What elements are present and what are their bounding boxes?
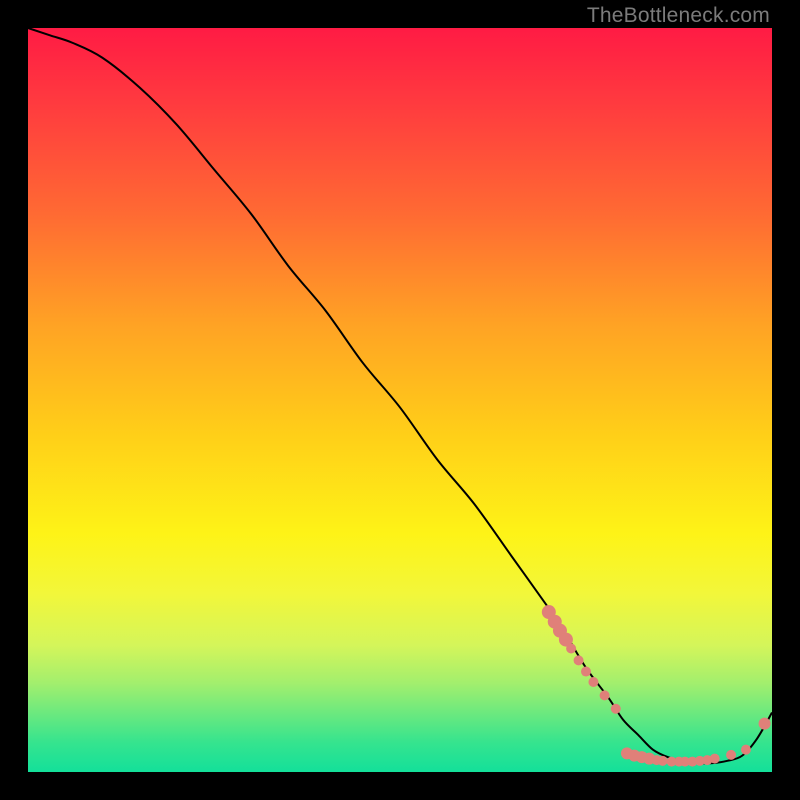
data-point [710,754,720,764]
data-point [581,667,591,677]
data-points [542,605,771,767]
bottleneck-curve [28,28,772,763]
plot-area [28,28,772,772]
data-point [759,718,771,730]
data-point [726,750,736,760]
data-point [658,756,668,766]
data-point [741,745,751,755]
curve-layer [28,28,772,772]
data-point [574,655,584,665]
data-point [611,704,621,714]
data-point [588,677,598,687]
watermark-text: TheBottleneck.com [587,4,770,28]
data-point [600,690,610,700]
chart-frame: TheBottleneck.com [0,0,800,800]
data-point [566,644,576,654]
